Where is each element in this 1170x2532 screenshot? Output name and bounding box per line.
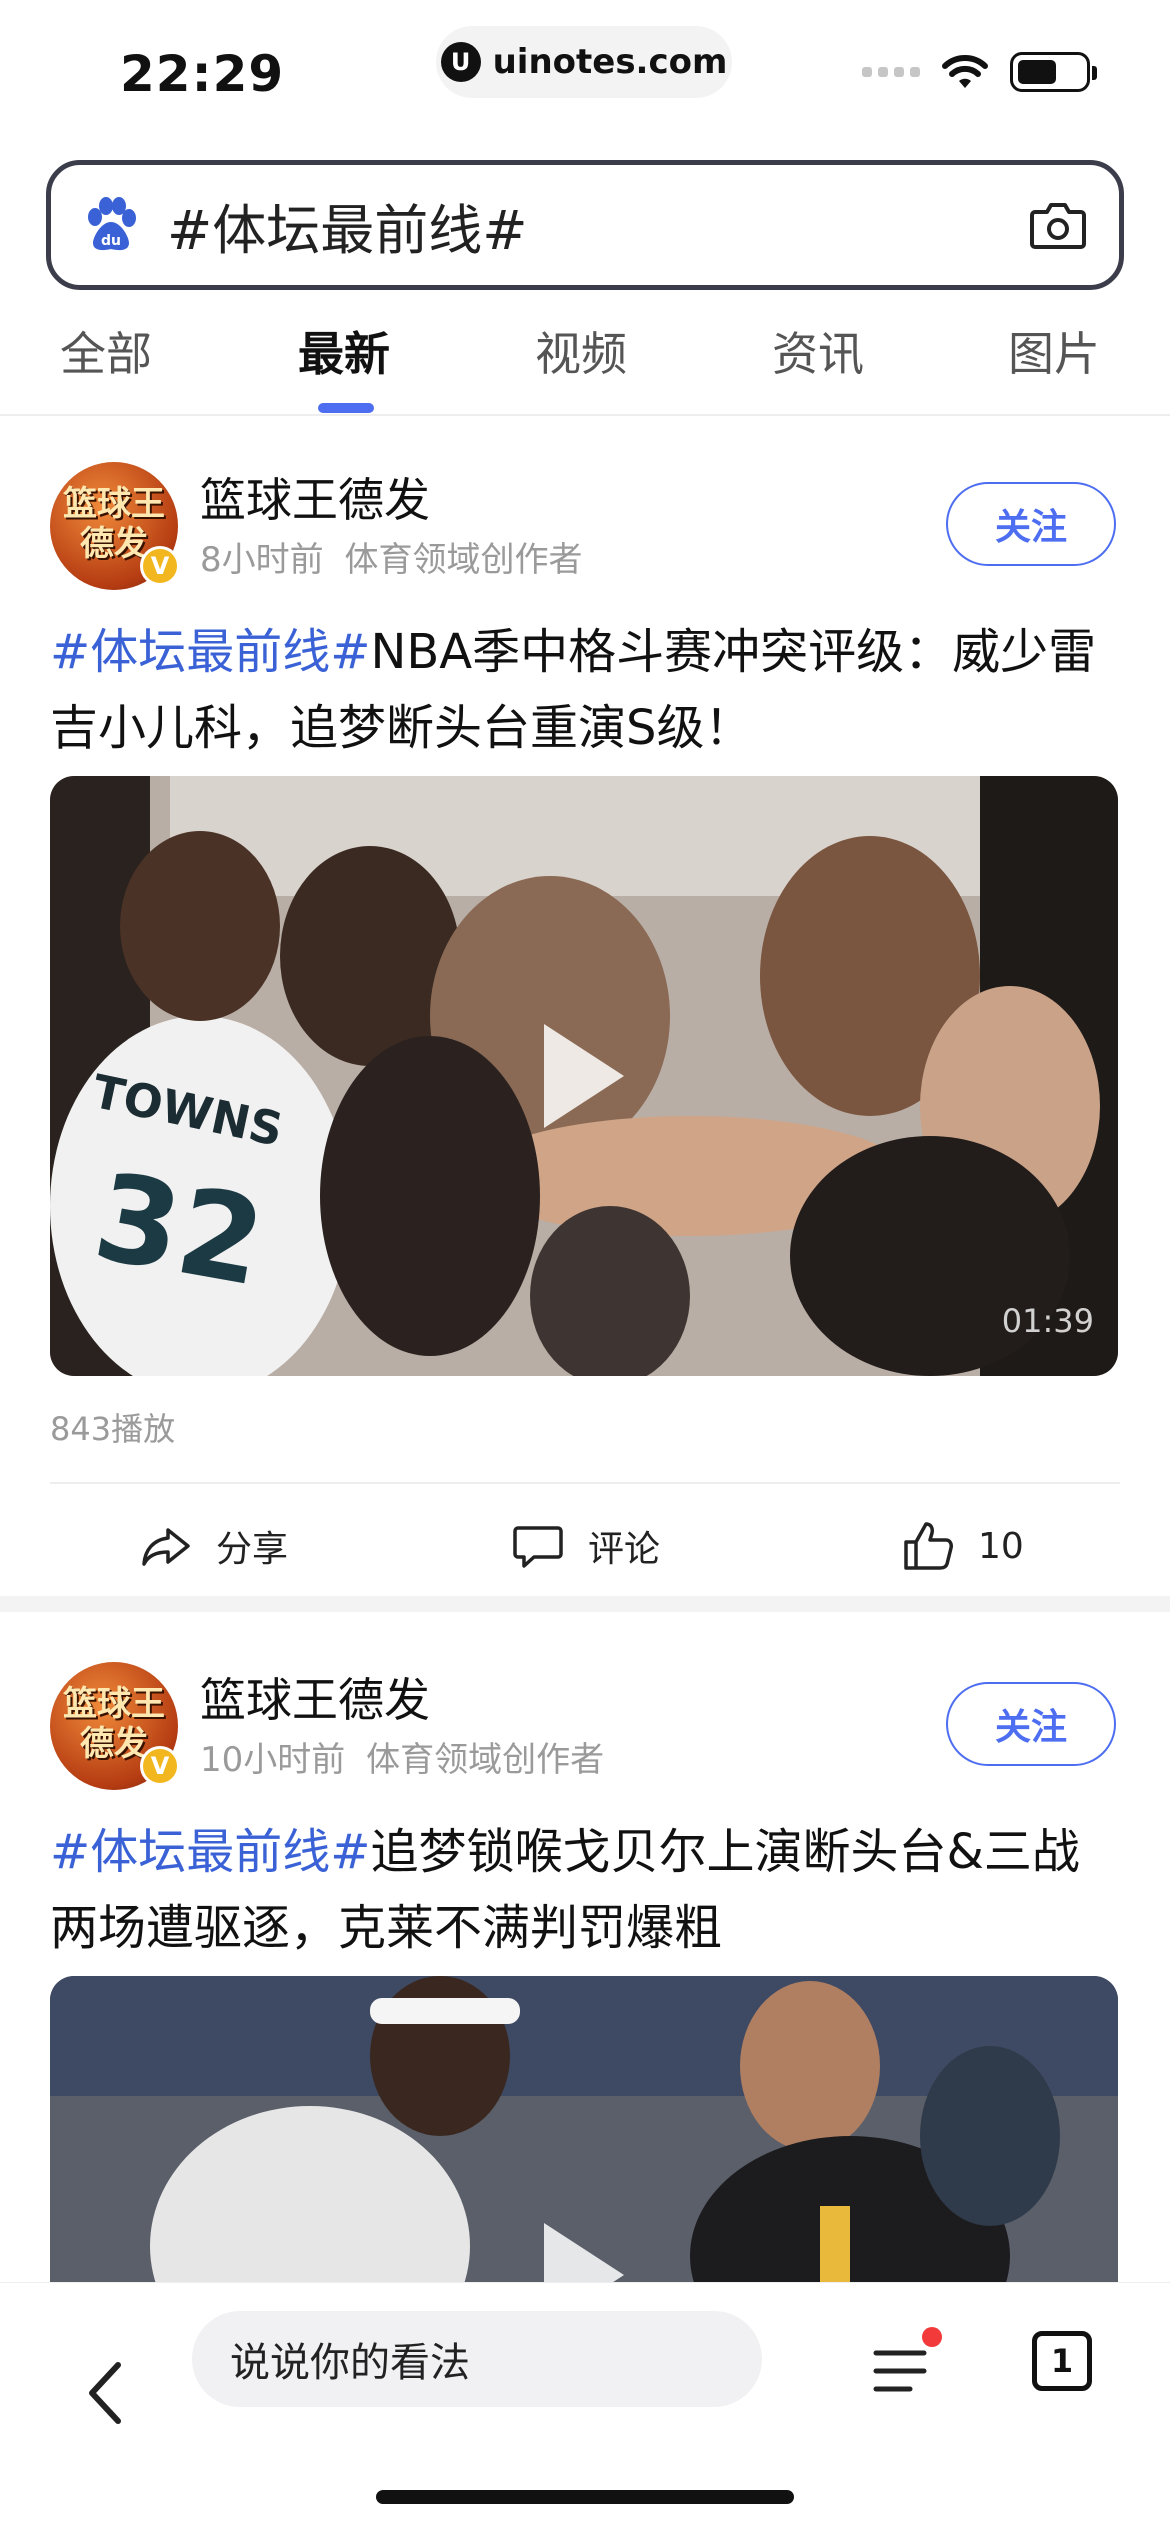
tab-video[interactable]: 视频 [535, 318, 627, 384]
post-title[interactable]: #体坛最前线#追梦锁喉戈贝尔上演断头台&三战两场遭驱逐，克莱不满判罚爆粗 [50, 1814, 1125, 1966]
hashtag-link[interactable]: #体坛最前线# [50, 624, 370, 680]
author-name[interactable]: 篮球王德发 [200, 464, 430, 530]
comment-icon [513, 1526, 563, 1568]
verified-badge-icon: V [140, 1746, 180, 1786]
site-logo-icon: U [440, 42, 481, 82]
comment-label: 评论 [588, 1529, 661, 1570]
divider [50, 1482, 1120, 1484]
search-bar[interactable]: du #体坛最前线# [46, 160, 1124, 290]
feed-card: 篮球王德发 V 篮球王德发 8小时前 体育领域创作者 关注 #体坛最前线#NBA… [0, 416, 1170, 1586]
feed-card: 篮球王德发 V 篮球王德发 10小时前 体育领域创作者 关注 #体坛最前线#追梦… [0, 1616, 1170, 2316]
video-thumbnail[interactable] [50, 1976, 1118, 2316]
post-meta: 10小时前 体育领域创作者 [200, 1732, 604, 1781]
post-meta: 8小时前 体育领域创作者 [200, 532, 582, 581]
author-name[interactable]: 篮球王德发 [200, 1664, 430, 1730]
home-indicator [376, 2490, 794, 2504]
svg-text:32: 32 [85, 1148, 274, 1314]
like-count: 10 [978, 1525, 1024, 1567]
verified-badge-icon: V [140, 546, 180, 586]
video-thumbnail[interactable]: TOWNS 32 01:39 [50, 776, 1118, 1376]
follow-button[interactable]: 关注 [946, 482, 1116, 566]
status-time: 22:29 [120, 45, 285, 103]
author-role: 体育领域创作者 [366, 1740, 605, 1780]
search-input[interactable]: #体坛最前线# [167, 186, 1027, 265]
author-role: 体育领域创作者 [344, 540, 583, 580]
wifi-icon [942, 55, 988, 88]
action-row: 分享 评论 10 [0, 1518, 1170, 1588]
status-indicators [862, 52, 1097, 92]
post-title[interactable]: #体坛最前线#NBA季中格斗赛冲突评级：威少雷吉小儿科，追梦断头台重演S级！ [50, 614, 1125, 766]
cellular-signal-icon [862, 67, 920, 77]
battery-icon [1010, 52, 1097, 92]
menu-icon[interactable] [870, 2341, 930, 2401]
tab-news[interactable]: 资讯 [772, 318, 864, 384]
play-count: 843播放 [50, 1410, 176, 1448]
svg-text:du: du [101, 233, 121, 249]
notification-dot [922, 2327, 942, 2347]
post-time: 8小时前 [200, 540, 324, 580]
camera-icon[interactable] [1027, 194, 1089, 256]
follow-button[interactable]: 关注 [946, 1682, 1116, 1766]
share-label: 分享 [216, 1529, 289, 1570]
tab-all[interactable]: 全部 [60, 318, 152, 384]
site-url-pill[interactable]: U uinotes.com [436, 26, 732, 98]
tab-latest[interactable]: 最新 [298, 318, 390, 384]
tab-images[interactable]: 图片 [1008, 318, 1100, 384]
post-time: 10小时前 [200, 1740, 346, 1780]
like-button[interactable]: 10 [900, 1518, 1024, 1574]
play-icon[interactable] [544, 1024, 624, 1128]
active-tab-indicator [318, 403, 374, 413]
video-duration: 01:39 [1001, 1302, 1094, 1340]
hashtag-link[interactable]: #体坛最前线# [50, 1824, 370, 1880]
tab-count-button[interactable]: 1 [1032, 2331, 1092, 2391]
comment-button[interactable]: 评论 [510, 1518, 660, 1574]
site-url: uinotes.com [492, 42, 728, 82]
baidu-paw-icon: du [88, 197, 136, 251]
comment-input[interactable]: 说说你的看法 [192, 2311, 762, 2407]
back-arrow-icon[interactable] [78, 2353, 138, 2433]
share-button[interactable]: 分享 [138, 1518, 288, 1574]
section-gap [0, 1596, 1170, 1612]
status-bar: 22:29 U uinotes.com [0, 0, 1170, 140]
search-tabs: 全部 最新 视频 资讯 图片 [0, 318, 1170, 416]
thumbs-up-icon [904, 1522, 953, 1570]
share-icon [142, 1528, 190, 1566]
